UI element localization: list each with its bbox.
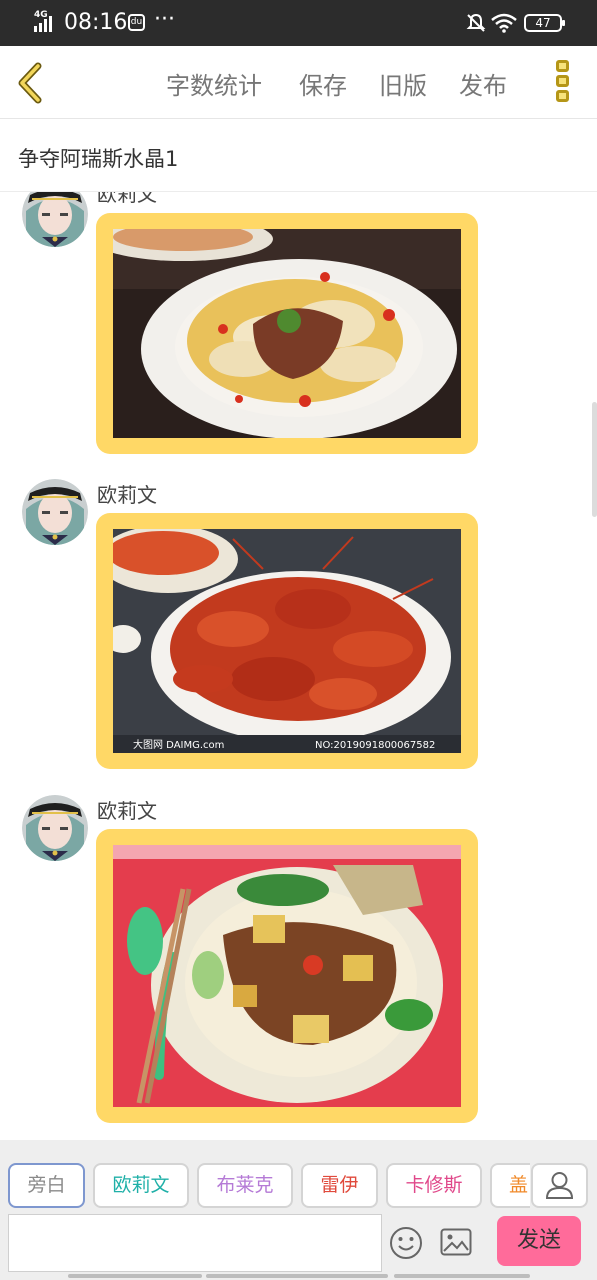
role-narrator-tab[interactable]: 旁白 — [8, 1163, 85, 1208]
role-lei-yi-tab[interactable]: 雷伊 — [301, 1163, 378, 1208]
send-button[interactable]: 发送 — [497, 1216, 581, 1266]
image-bubble[interactable] — [96, 829, 478, 1123]
image-icon[interactable] — [440, 1228, 472, 1256]
nav-handle — [394, 1274, 530, 1278]
battery-icon: 47 — [524, 14, 565, 32]
food-photo-dumplings-with-beef[interactable] — [113, 229, 461, 438]
composer-panel: 旁白 欧莉文 布莱克 雷伊 卡修斯 盖 发送 — [0, 1140, 597, 1280]
watermark-left: 大图网 DAIMG.com — [133, 738, 224, 751]
wifi-icon — [491, 13, 517, 33]
clock: 08:16 — [64, 10, 128, 35]
scrollbar-thumb[interactable] — [592, 402, 597, 517]
save-button[interactable]: 保存 — [299, 66, 347, 101]
publish-button[interactable]: 发布 — [459, 66, 507, 101]
watermark-right: NO:20190918000675​82 — [315, 740, 435, 751]
food-photo-chicken-noodles[interactable] — [113, 845, 461, 1107]
avatar — [22, 192, 88, 247]
word-count-button[interactable]: 字数统计 — [166, 66, 262, 101]
image-bubble[interactable]: 大图网 DAIMG.com NO:20190918000675​82 — [96, 513, 478, 769]
role-label: 欧莉文 — [112, 1174, 170, 1196]
smiley-icon[interactable] — [389, 1226, 423, 1260]
avatar — [22, 795, 88, 861]
sender-name: 欧莉文 — [97, 192, 157, 206]
role-label: 盖 — [509, 1174, 529, 1196]
nav-handle — [206, 1274, 388, 1278]
role-oliwen-tab[interactable]: 欧莉文 — [93, 1163, 189, 1208]
story-title: 争夺阿瑞斯水晶1 — [18, 147, 179, 171]
sender-name: 欧莉文 — [97, 483, 157, 507]
vertical-dots-menu-icon[interactable] — [556, 60, 570, 106]
role-label: 旁白 — [27, 1174, 66, 1196]
role-label: 卡修斯 — [405, 1174, 463, 1196]
back-button[interactable] — [14, 60, 48, 106]
role-blake-tab[interactable]: 布莱克 — [197, 1163, 293, 1208]
status-bar: 4G 08:16 du ··· 47 — [0, 0, 597, 46]
notification-app-icon: du — [128, 14, 145, 31]
more-notifications-indicator: ··· — [154, 7, 175, 32]
avatar — [22, 479, 88, 545]
manage-roles-button[interactable] — [531, 1163, 588, 1208]
story-title-bar[interactable]: 争夺阿瑞斯水晶1 — [0, 119, 597, 192]
role-gai-tab[interactable]: 盖 — [490, 1163, 530, 1208]
nav-handle — [68, 1274, 202, 1278]
message-input[interactable] — [8, 1214, 382, 1272]
bell-muted-icon — [466, 13, 486, 32]
food-photo-crayfish[interactable]: 大图网 DAIMG.com NO:20190918000675​82 — [113, 529, 461, 753]
role-label: 雷伊 — [320, 1174, 359, 1196]
old-version-button[interactable]: 旧版 — [379, 66, 427, 101]
sender-name: 欧莉文 — [97, 799, 157, 823]
chat-area[interactable]: 欧莉文 — [0, 192, 597, 1140]
user-icon — [545, 1172, 574, 1199]
editor-toolbar: 字数统计 保存 旧版 发布 — [0, 46, 597, 119]
image-bubble[interactable] — [96, 213, 478, 454]
role-cassius-tab[interactable]: 卡修斯 — [386, 1163, 482, 1208]
role-label: 布莱克 — [216, 1174, 274, 1196]
